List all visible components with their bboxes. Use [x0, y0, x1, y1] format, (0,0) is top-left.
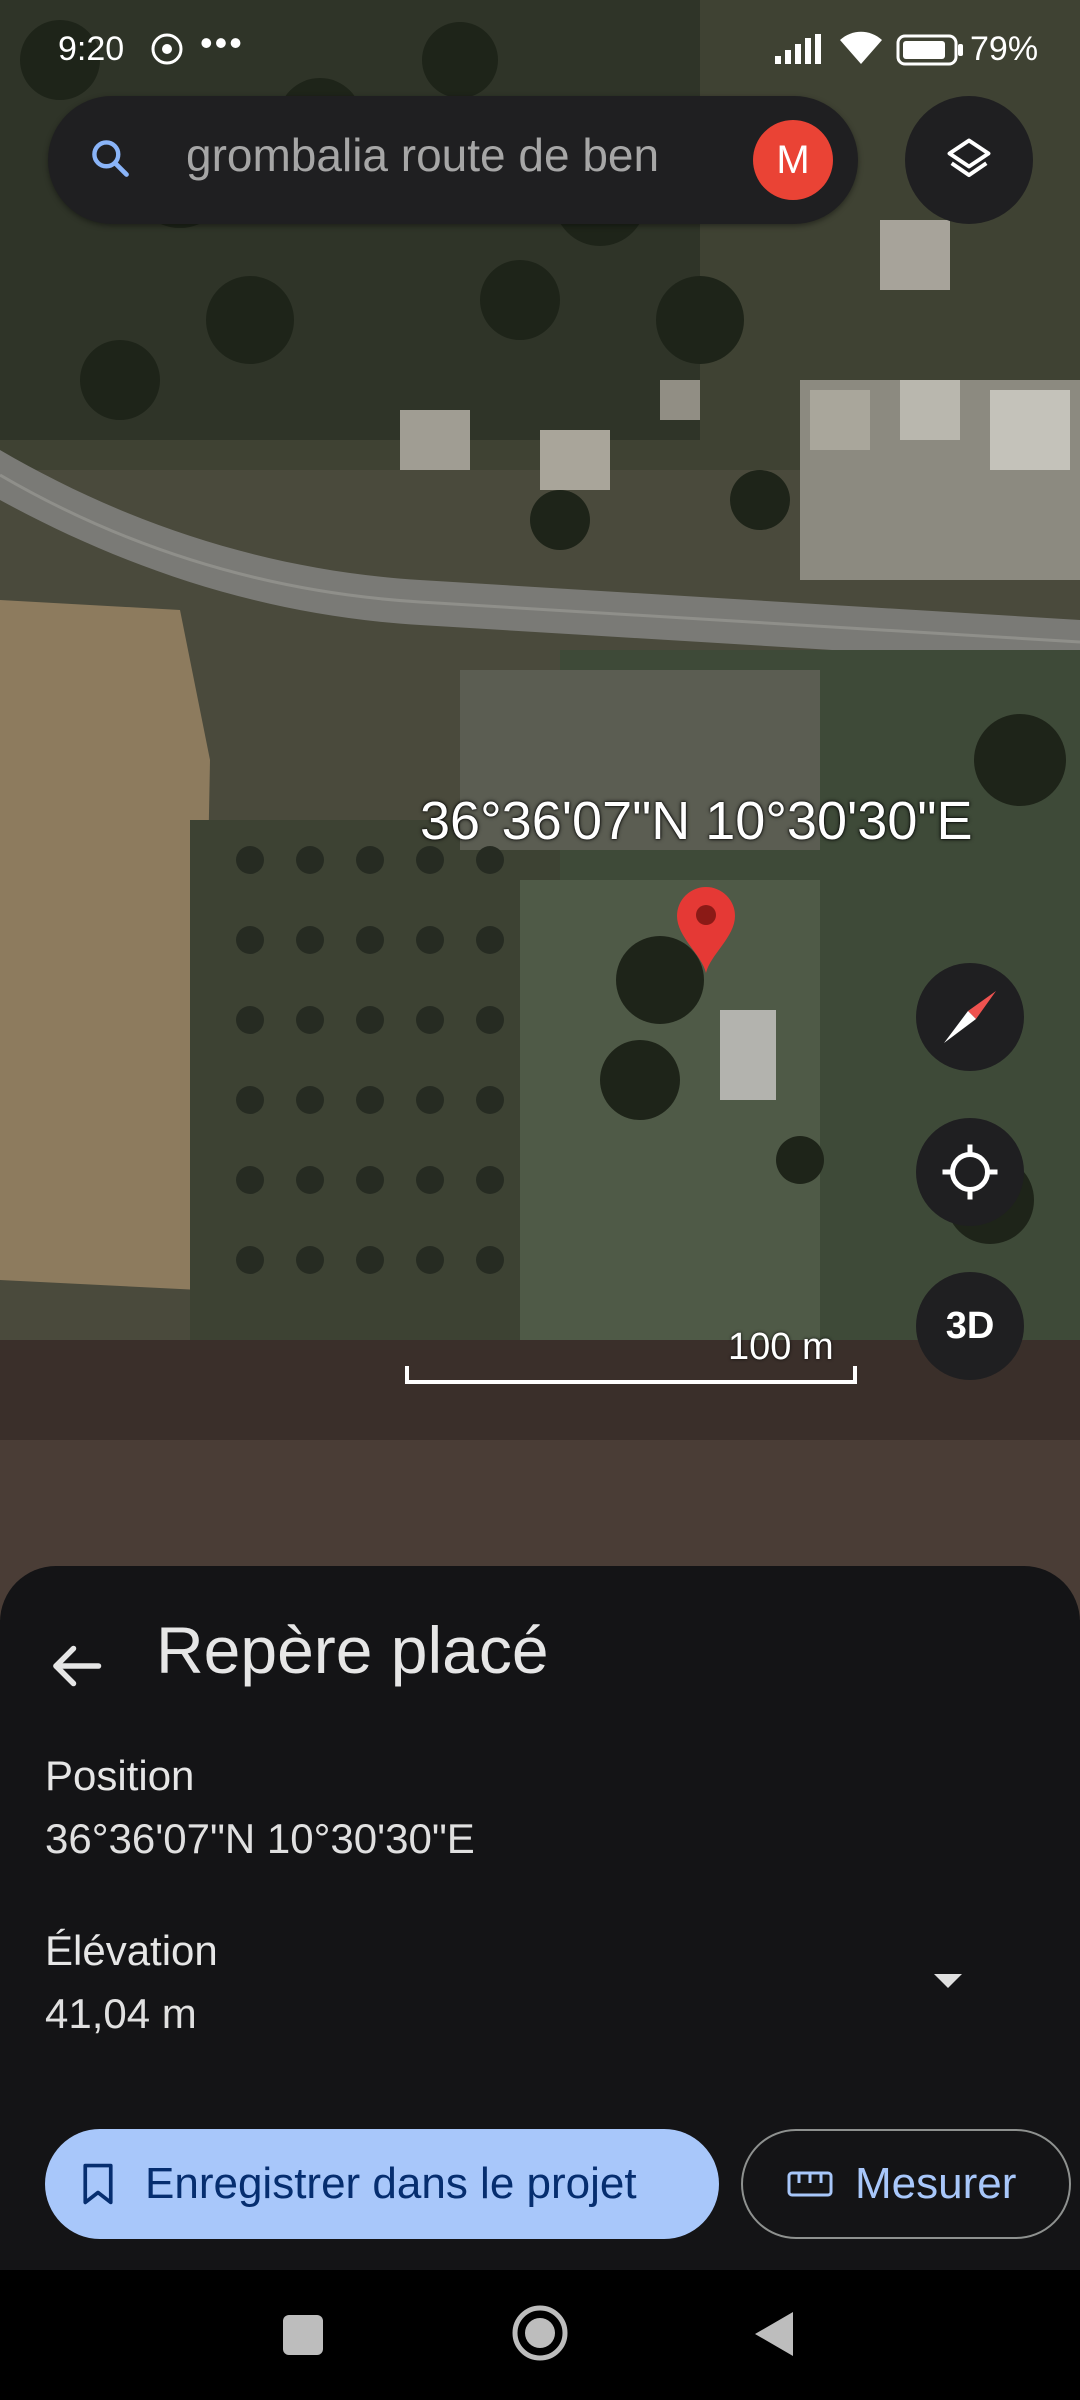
search-icon[interactable]	[88, 136, 132, 180]
elevation-label: Élévation	[45, 1927, 218, 1974]
signal-icon	[775, 34, 821, 64]
screen: 9:20 ••• 79% grombalia route de ben M 36…	[0, 0, 1080, 2400]
home-button-icon[interactable]	[510, 2303, 570, 2363]
3d-toggle-button[interactable]: 3D	[916, 1272, 1024, 1380]
layers-button[interactable]	[905, 96, 1033, 224]
bookmark-icon	[83, 2163, 113, 2205]
measure-button[interactable]: Mesurer	[741, 2129, 1071, 2239]
avatar[interactable]: M	[753, 120, 833, 200]
elevation-value: 41,04 m	[45, 1990, 197, 2037]
map-scale-label: 100 m	[728, 1326, 834, 1368]
system-navigation-bar	[0, 2270, 1080, 2400]
position-label: Position	[45, 1752, 195, 1799]
battery-icon	[896, 34, 963, 66]
measure-label: Mesurer	[855, 2159, 1017, 2208]
position-value: 36°36'07"N 10°30'30"E	[45, 1815, 475, 1862]
status-time: 9:20	[58, 30, 125, 68]
more-notifications-icon: •••	[200, 22, 244, 63]
notification-app-icon	[151, 33, 183, 65]
dropdown-arrow-icon[interactable]	[930, 1968, 966, 1992]
map-pin-icon[interactable]	[675, 885, 737, 975]
arrow-back-icon[interactable]	[46, 1636, 106, 1696]
my-location-icon	[942, 1144, 998, 1200]
wifi-icon	[840, 31, 882, 64]
compass-button[interactable]	[916, 963, 1024, 1071]
my-location-button[interactable]	[916, 1118, 1024, 1226]
compass-icon	[944, 991, 996, 1043]
recent-apps-button[interactable]	[283, 2315, 323, 2355]
map-scale-bar	[405, 1366, 857, 1384]
pin-coordinates-label: 36°36'07"N 10°30'30"E	[420, 791, 973, 851]
back-button-icon[interactable]	[753, 2310, 795, 2358]
battery-percent: 79%	[970, 30, 1039, 68]
layers-icon	[947, 138, 991, 178]
save-to-project-button[interactable]: Enregistrer dans le projet	[45, 2129, 719, 2239]
panel-title: Repère placé	[156, 1613, 549, 1687]
search-bar[interactable]: grombalia route de ben M	[48, 96, 858, 224]
ruler-icon	[787, 2171, 833, 2197]
placemark-panel: Repère placé Position 36°36'07"N 10°30'3…	[0, 1566, 1080, 2270]
search-query[interactable]: grombalia route de ben	[186, 128, 786, 182]
status-bar: 9:20 ••• 79%	[0, 0, 1080, 100]
save-to-project-label: Enregistrer dans le projet	[145, 2159, 637, 2208]
